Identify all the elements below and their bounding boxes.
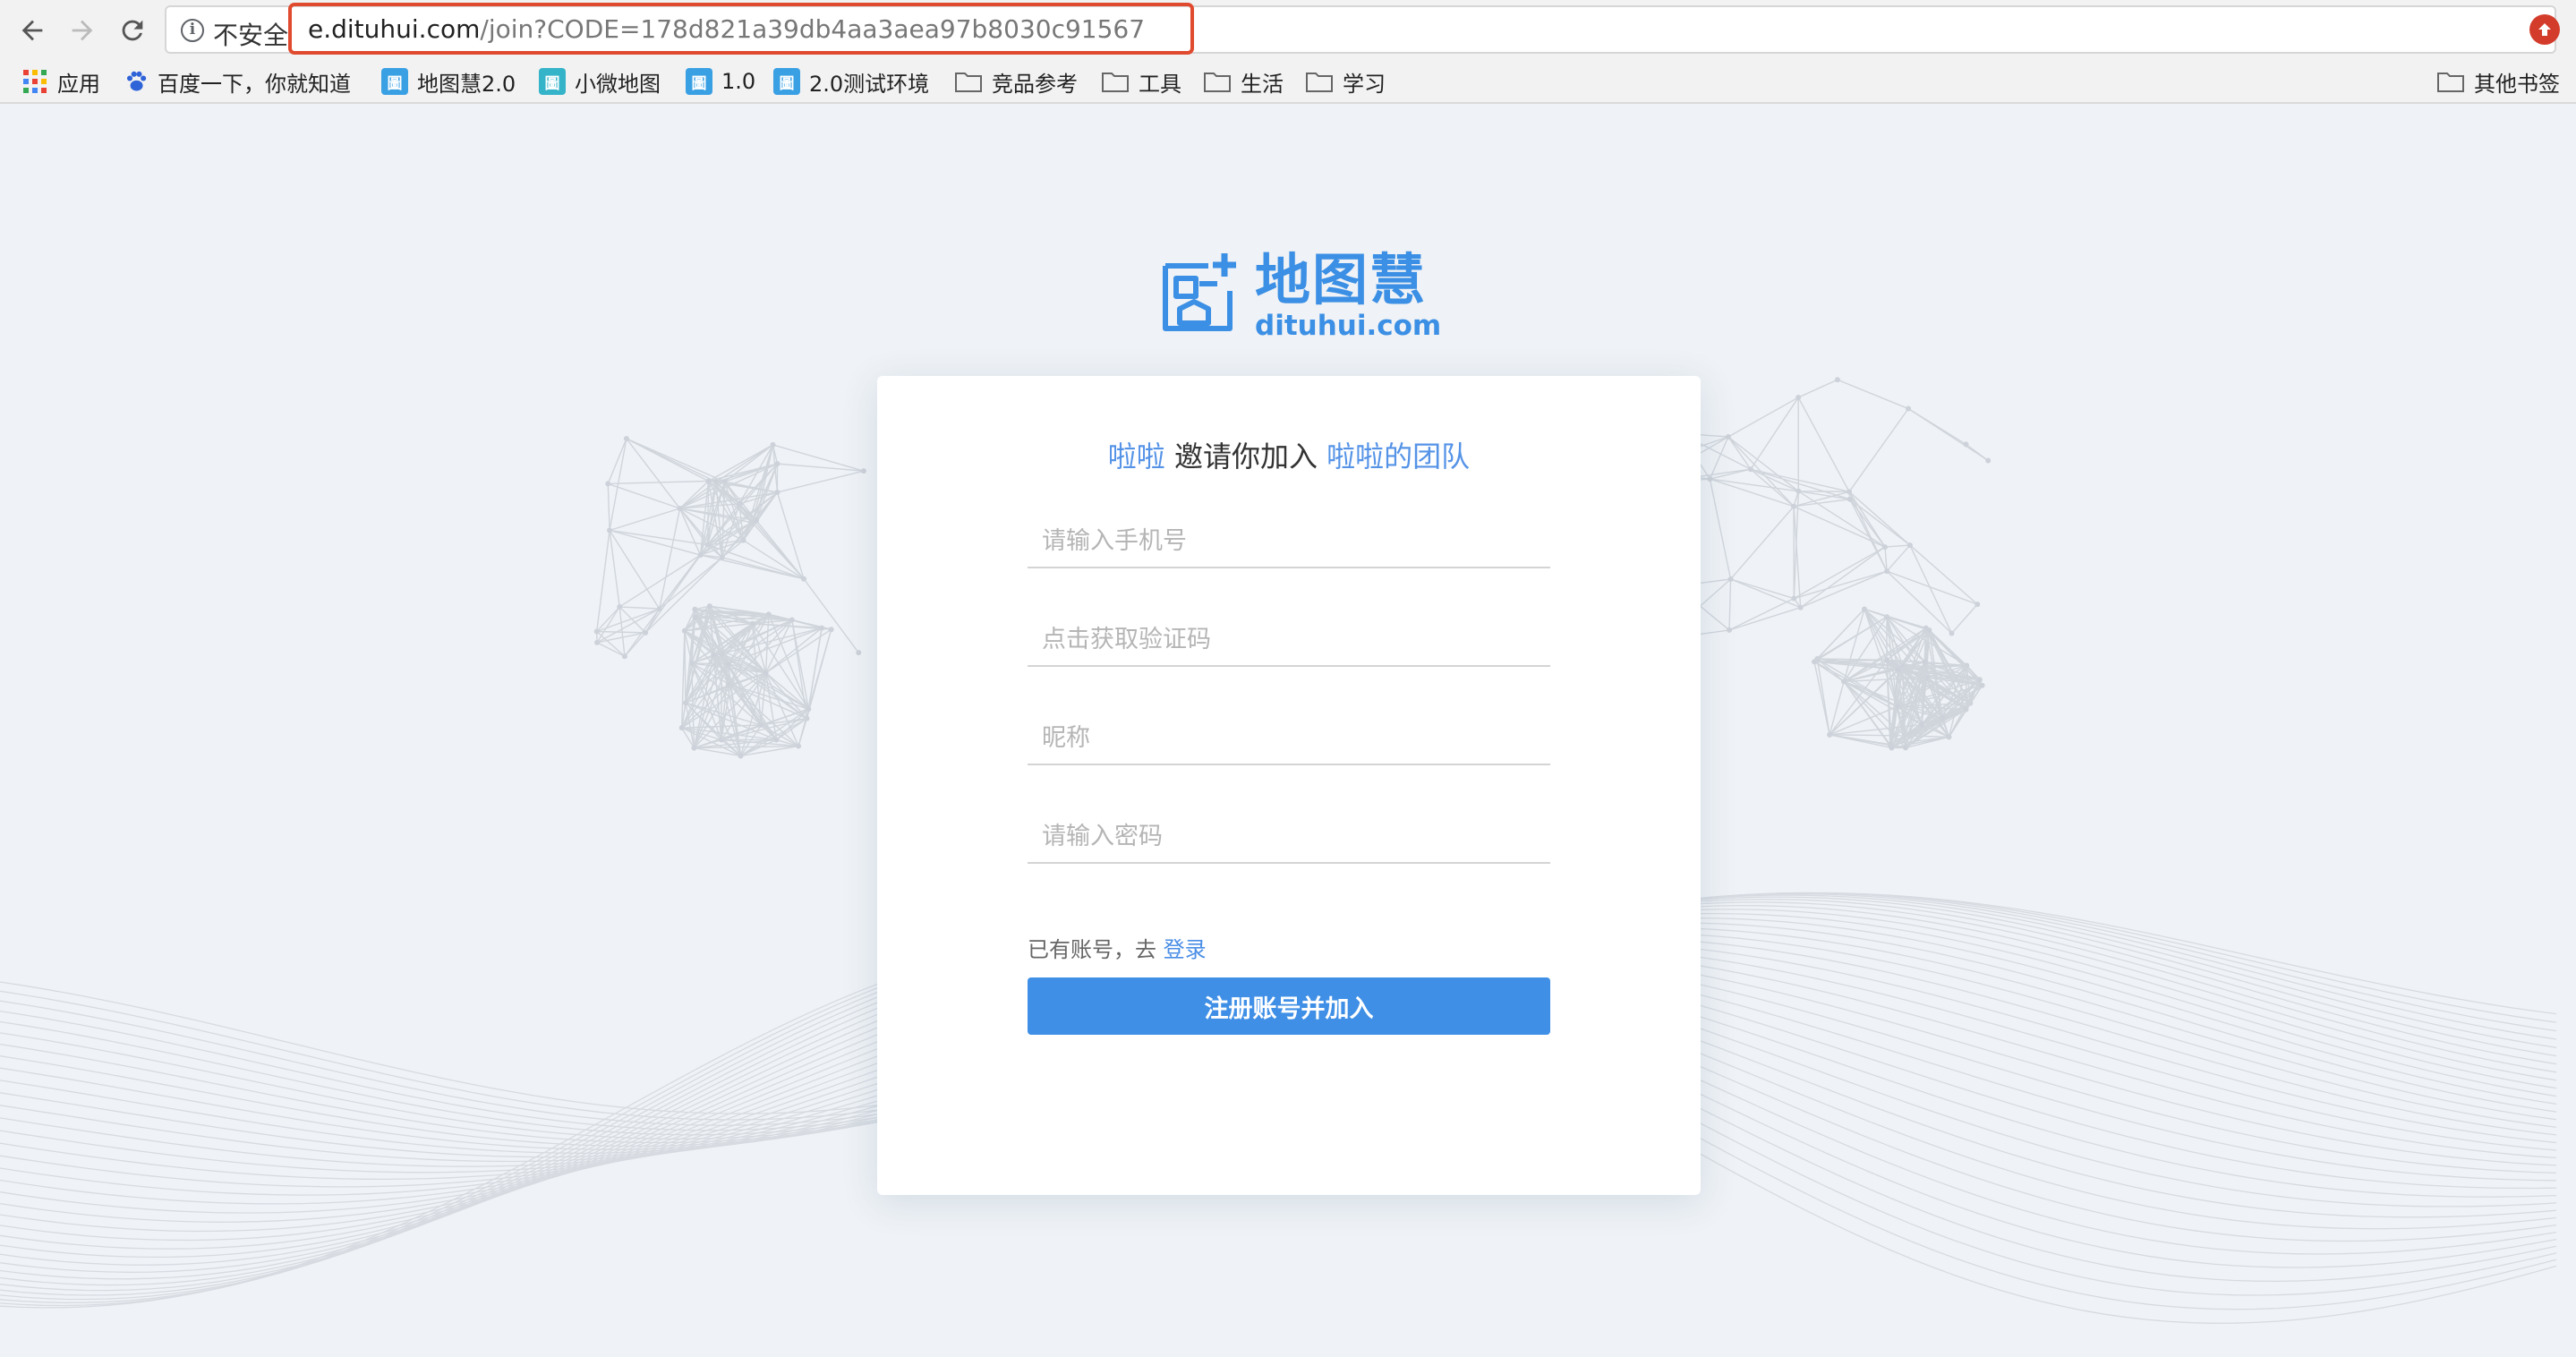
- bookmark-v1[interactable]: 圖 1.0: [686, 66, 755, 97]
- bookmark-label: 工具: [1139, 71, 1181, 97]
- phone-input[interactable]: [1028, 515, 1550, 568]
- bookmark-label: 小微地图: [575, 71, 661, 97]
- invite-text: 邀请你加入: [1164, 440, 1327, 474]
- forward-button[interactable]: [63, 11, 102, 50]
- url-text[interactable]: e.dituhui.com/join?CODE=178d821a39db4aa3…: [308, 14, 1145, 44]
- bookmark-label: 生活: [1241, 71, 1284, 97]
- bookmark-label: 1.0: [721, 69, 756, 94]
- url-host: e.dituhui.com: [308, 14, 481, 44]
- bookmark-label: 竞品参考: [992, 71, 1078, 97]
- folder-icon: [1204, 73, 1231, 92]
- verification-code-input[interactable]: [1028, 613, 1550, 667]
- folder-icon: [1306, 73, 1333, 92]
- have-account-text: 已有账号，去: [1028, 937, 1164, 962]
- dituhui-site-icon: 圖: [539, 68, 566, 95]
- bookmark-label: 地图慧2.0: [417, 71, 516, 97]
- bookmark-folder-life[interactable]: 生活: [1203, 66, 1284, 97]
- bookmark-folder-tools[interactable]: 工具: [1101, 66, 1181, 97]
- dituhui-logo-icon: [1163, 253, 1236, 331]
- security-label[interactable]: 不安全: [213, 16, 288, 52]
- page-content: 地图慧 dituhui.com 啦啦 邀请你加入 啦啦的团队 已有账号，去 登录…: [0, 105, 2576, 1357]
- dituhui-logo: 地图慧 dituhui.com: [1158, 250, 1441, 341]
- folder-icon: [955, 73, 982, 92]
- extension-icon[interactable]: [2529, 14, 2560, 45]
- inviter-name: 啦啦: [1107, 440, 1165, 474]
- bookmark-label: 学习: [1343, 71, 1386, 97]
- bookmark-baidu[interactable]: 百度一下，你就知道: [124, 66, 351, 97]
- bookmark-label: 2.0测试环境: [809, 71, 930, 97]
- login-link[interactable]: 登录: [1164, 937, 1207, 962]
- bookmark-other-folder[interactable]: 其他书签: [2436, 66, 2560, 97]
- logo-domain: dituhui.com: [1255, 310, 1442, 342]
- nickname-input[interactable]: [1028, 712, 1550, 765]
- bookmark-label: 其他书签: [2474, 71, 2560, 97]
- dituhui-site-icon: 圖: [686, 68, 712, 95]
- reload-button[interactable]: [113, 11, 152, 50]
- register-and-join-button[interactable]: 注册账号并加入: [1028, 977, 1550, 1035]
- url-path: /join?CODE=178d821a39db4aa3aea97b8030c91…: [480, 14, 1146, 44]
- bookmark-folder-study[interactable]: 学习: [1305, 66, 1386, 97]
- baidu-paw-icon: [126, 71, 147, 91]
- dituhui-site-icon: 圖: [773, 68, 800, 95]
- arrow-left-icon: [21, 20, 43, 41]
- bookmark-folder-competitors[interactable]: 竞品参考: [954, 66, 1078, 97]
- invite-heading: 啦啦 邀请你加入 啦啦的团队: [877, 434, 1701, 475]
- logo-name: 地图慧: [1255, 247, 1428, 312]
- folder-icon: [2437, 73, 2464, 92]
- arrow-right-icon: [72, 20, 93, 41]
- join-team-card: 啦啦 邀请你加入 啦啦的团队 已有账号，去 登录 注册账号并加入: [877, 376, 1701, 1195]
- bookmark-dituhui-2[interactable]: 圖 地图慧2.0: [381, 66, 516, 97]
- browser-toolbar: i 不安全 ☆ e.dituhui.com/join?CODE=178d821a…: [0, 0, 2576, 59]
- back-button[interactable]: [13, 11, 52, 50]
- bookmark-label: 百度一下，你就知道: [158, 71, 351, 97]
- login-prompt: 已有账号，去 登录: [1028, 932, 1207, 963]
- team-name: 啦啦的团队: [1326, 440, 1471, 474]
- bookmark-label: 应用: [57, 71, 100, 97]
- bookmark-xiaowei-map[interactable]: 圖 小微地图: [539, 66, 661, 97]
- password-input[interactable]: [1028, 810, 1550, 864]
- bookmark-apps[interactable]: 应用: [23, 66, 100, 97]
- bookmark-test-env[interactable]: 圖 2.0测试环境: [773, 66, 929, 97]
- folder-icon: [1102, 73, 1129, 92]
- apps-grid-icon: [23, 70, 47, 93]
- bookmarks-bar: 应用 百度一下，你就知道 圖 地图慧2.0 圖 小微地图 圖 1.0 圖 2.0…: [0, 59, 2576, 104]
- reload-icon: [122, 20, 143, 41]
- info-icon[interactable]: i: [181, 19, 204, 42]
- dituhui-site-icon: 圖: [381, 68, 408, 95]
